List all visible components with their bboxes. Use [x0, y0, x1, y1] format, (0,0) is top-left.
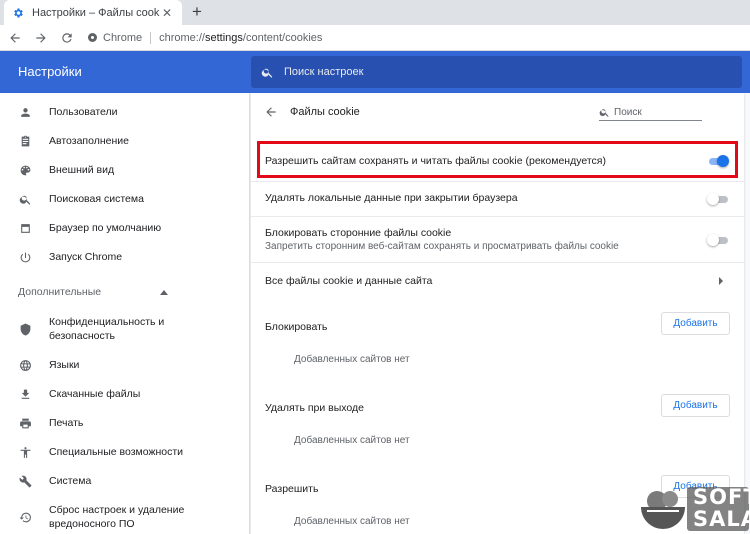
watermark-line2: SALAD	[693, 507, 750, 531]
browser-icon	[17, 220, 33, 236]
sidebar-item-autofill[interactable]: Автозаполнение	[0, 134, 250, 148]
clear-on-exit-section-title: Удалять при выходе	[265, 402, 364, 414]
search-icon	[599, 109, 609, 117]
tab-settings[interactable]: Настройки – Файлы cookie ✕	[4, 0, 182, 25]
chrome-site-chip[interactable]: Chrome	[88, 31, 152, 44]
highlight-frame	[257, 141, 738, 178]
sidebar-item-languages[interactable]: Языки	[0, 358, 250, 372]
sidebar-item-accessibility[interactable]: Специальные возможности	[0, 445, 250, 459]
url-text: chrome://settings/content/cookies	[159, 31, 323, 44]
block-section-title: Блокировать	[265, 321, 328, 333]
sidebar-advanced-label[interactable]: Дополнительные	[18, 286, 101, 298]
new-tab-button[interactable]: +	[188, 3, 206, 21]
search-icon	[261, 68, 273, 78]
sidebar-item-default-browser[interactable]: Браузер по умолчанию	[0, 221, 250, 235]
back-button[interactable]	[4, 27, 26, 49]
setting-row-block-third-party[interactable]: Блокировать сторонние файлы cookie Запре…	[251, 216, 744, 262]
chevron-up-icon[interactable]	[160, 290, 168, 295]
wrench-icon	[17, 473, 33, 489]
settings-header: Настройки Поиск настроек	[0, 51, 750, 93]
address-bar[interactable]: Chrome chrome://settings/content/cookies	[88, 27, 322, 49]
tab-strip: Настройки – Файлы cookie ✕ +	[0, 0, 750, 25]
sidebar-item-on-startup[interactable]: Запуск Chrome	[0, 250, 250, 264]
reload-button[interactable]	[56, 27, 78, 49]
allow-section-title: Разрешить	[265, 483, 319, 495]
search-placeholder: Поиск настроек	[284, 66, 364, 78]
gear-icon	[12, 7, 24, 19]
sidebar-item-system[interactable]: Система	[0, 474, 250, 488]
sidebar-item-privacy[interactable]: Конфиденциальность и безопасность	[0, 315, 250, 343]
all-cookies-row[interactable]: Все файлы cookie и данные сайта	[251, 262, 744, 298]
site-chip-label: Chrome	[103, 31, 143, 44]
back-arrow-icon[interactable]	[264, 105, 278, 122]
sidebar-item-users[interactable]: Пользователи	[0, 105, 250, 119]
sidebar-item-reset[interactable]: Сброс настроек и удаление вредоносного П…	[0, 503, 250, 531]
forward-button[interactable]	[30, 27, 52, 49]
setting-sublabel: Запретить сторонним веб-сайтам сохранять…	[265, 241, 619, 252]
add-block-site-button[interactable]: Добавить	[661, 312, 730, 335]
sidebar-item-printing[interactable]: Печать	[0, 416, 250, 430]
block-third-party-toggle[interactable]	[707, 234, 729, 246]
close-tab-icon[interactable]: ✕	[160, 6, 174, 20]
search-icon	[17, 191, 33, 207]
sidebar-item-downloads[interactable]: Скачанные файлы	[0, 387, 250, 401]
browser-toolbar: Chrome chrome://settings/content/cookies	[0, 25, 750, 51]
settings-search-input[interactable]: Поиск настроек	[251, 56, 742, 88]
sidebar: Пользователи Автозаполнение Внешний вид …	[0, 93, 250, 534]
settings-title: Настройки	[18, 64, 82, 79]
arrow-right-icon	[36, 32, 46, 43]
clear-on-exit-empty-text: Добавленных сайтов нет	[294, 435, 410, 446]
printer-icon	[17, 415, 33, 431]
watermark-line1: SOFT	[693, 485, 750, 509]
search-placeholder: Поиск	[614, 107, 642, 118]
chevron-right-icon	[719, 277, 723, 285]
softsalad-watermark: SOFT SALAD	[637, 477, 750, 534]
clear-on-exit-toggle[interactable]	[707, 193, 729, 205]
palette-icon	[17, 162, 33, 178]
chrome-icon	[88, 33, 97, 42]
clipboard-icon	[17, 133, 33, 149]
setting-label: Удалять локальные данные при закрытии бр…	[265, 192, 518, 204]
globe-icon	[17, 357, 33, 373]
salad-bowl-logo	[641, 491, 685, 529]
allow-empty-text: Добавленных сайтов нет	[294, 516, 410, 527]
power-icon	[17, 249, 33, 265]
sidebar-item-appearance[interactable]: Внешний вид	[0, 163, 250, 177]
accessibility-icon	[17, 444, 33, 460]
person-icon	[17, 104, 33, 120]
shield-icon	[17, 321, 33, 337]
setting-row-clear-on-exit[interactable]: Удалять локальные данные при закрытии бр…	[251, 181, 744, 216]
cookies-search-input[interactable]: Поиск	[599, 105, 702, 121]
setting-label: Блокировать сторонние файлы cookie	[265, 227, 452, 239]
reset-icon	[17, 509, 33, 525]
add-clear-on-exit-site-button[interactable]: Добавить	[661, 394, 730, 417]
all-cookies-label: Все файлы cookie и данные сайта	[265, 275, 433, 287]
tab-title: Настройки – Файлы cookie	[32, 6, 160, 19]
reload-icon	[62, 32, 72, 43]
download-icon	[17, 386, 33, 402]
block-empty-text: Добавленных сайтов нет	[294, 354, 410, 365]
sidebar-item-search-engine[interactable]: Поисковая система	[0, 192, 250, 206]
page-title: Файлы cookie	[290, 106, 360, 118]
arrow-left-icon	[10, 32, 20, 43]
